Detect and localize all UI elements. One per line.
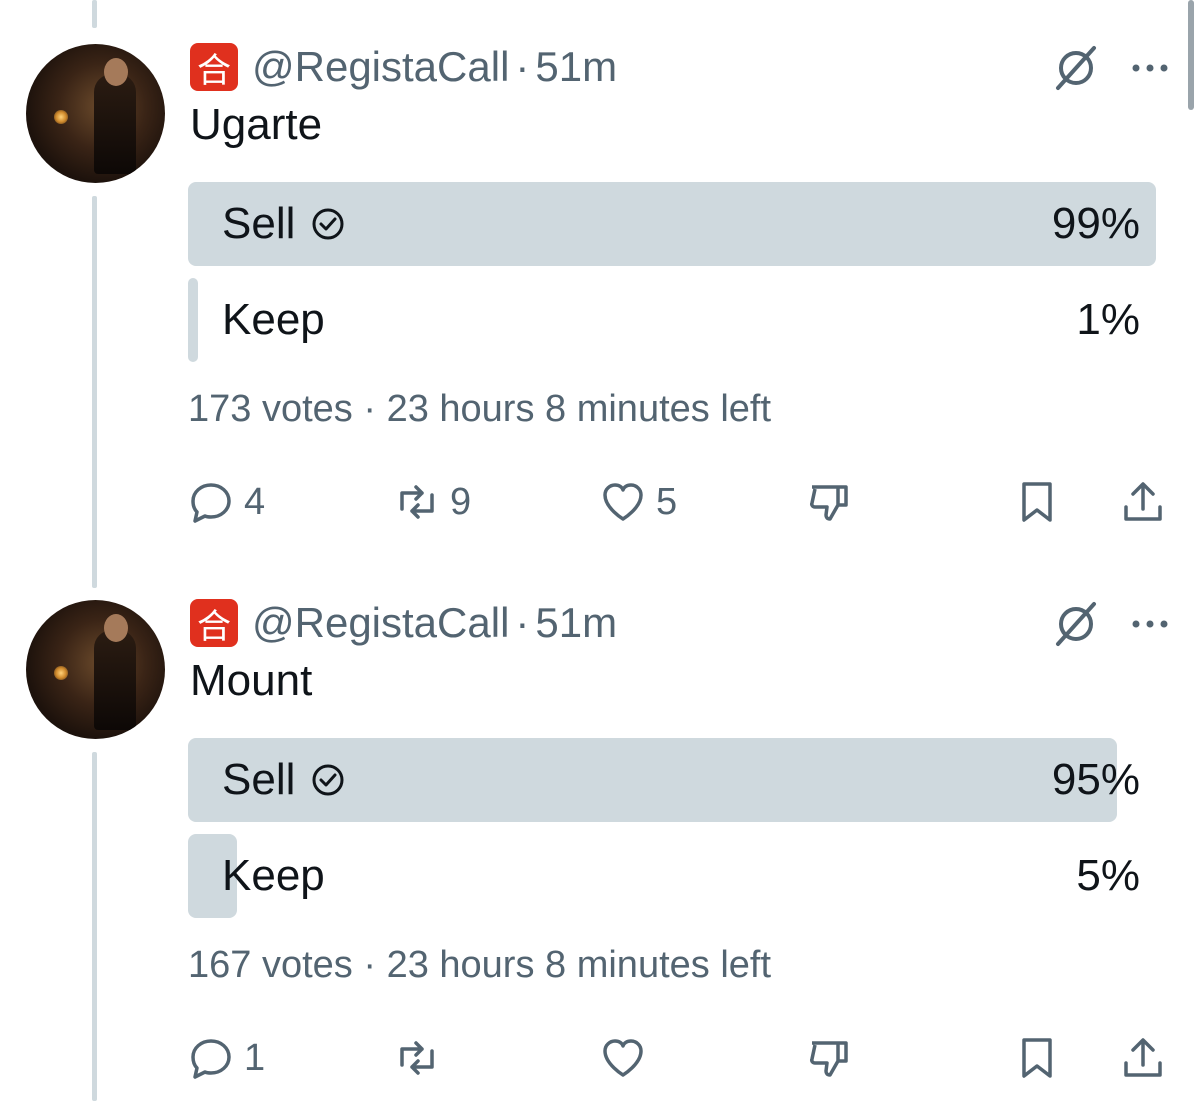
dislike-button[interactable] <box>806 472 852 532</box>
avatar[interactable] <box>26 600 165 739</box>
avatar[interactable] <box>26 44 165 183</box>
user-handle[interactable]: @RegistaCall <box>252 599 509 647</box>
bookmark-button[interactable] <box>1014 1028 1060 1088</box>
more-icon[interactable] <box>1128 604 1172 644</box>
share-button[interactable] <box>1120 1028 1166 1088</box>
tweet-text: Ugarte <box>190 100 323 149</box>
repost-icon <box>400 485 434 519</box>
grok-icon[interactable] <box>1050 42 1102 94</box>
poll-option-label: Sell <box>222 199 296 248</box>
poll-meta: 173 votes · 23 hours 8 minutes left <box>188 388 771 431</box>
separator: · <box>363 388 377 430</box>
check-circle-icon <box>312 208 344 240</box>
like-count: 5 <box>656 480 678 523</box>
bookmark-icon <box>1022 1038 1052 1078</box>
like-button[interactable]: 5 <box>600 472 677 532</box>
reply-button[interactable]: 4 <box>188 472 265 532</box>
repost-count: 9 <box>450 480 472 523</box>
separator: · <box>515 599 530 646</box>
poll-option-percent: 99% <box>1051 199 1140 248</box>
poll-bar <box>188 278 198 362</box>
poll-votes: 167 votes <box>188 944 353 986</box>
repost-icon <box>400 1041 434 1075</box>
reply-button[interactable]: 1 <box>188 1028 265 1088</box>
more-icon[interactable] <box>1128 48 1172 88</box>
reply-count: 1 <box>244 1036 266 1079</box>
repost-button[interactable] <box>394 1028 450 1088</box>
poll-option-percent: 5% <box>1076 851 1140 900</box>
poll-option: Keep 1% <box>188 278 1166 362</box>
dislike-button[interactable] <box>806 1028 852 1088</box>
action-bar: 1 <box>188 1028 1178 1088</box>
reply-icon <box>191 1039 231 1079</box>
poll-time-left: 23 hours 8 minutes left <box>386 944 772 986</box>
poll-option-label: Keep <box>222 851 325 900</box>
share-icon <box>1124 1038 1162 1077</box>
poll-option: Sell 95% <box>188 738 1166 822</box>
poll-option-percent: 1% <box>1076 295 1140 344</box>
tweet[interactable]: 合 @RegistaCall · 51m Ugarte Sell 99% Kee… <box>0 0 1200 540</box>
dislike-icon <box>810 1041 848 1077</box>
poll-time-left: 23 hours 8 minutes left <box>386 388 772 430</box>
share-icon <box>1124 482 1162 521</box>
tweet-text: Mount <box>190 656 313 705</box>
profile-badge-icon: 合 <box>190 43 238 91</box>
tweet-header: 合 @RegistaCall · 51m <box>190 596 617 650</box>
action-bar: 4 9 5 <box>188 472 1178 532</box>
separator: · <box>515 43 530 90</box>
poll-option-label: Keep <box>222 295 325 344</box>
poll-option-percent: 95% <box>1051 755 1140 804</box>
bookmark-button[interactable] <box>1014 472 1060 532</box>
like-icon <box>603 483 643 521</box>
tweet[interactable]: 合 @RegistaCall · 51m Mount Sell 95% Keep… <box>0 556 1200 1096</box>
timestamp[interactable]: 51m <box>535 43 617 91</box>
check-circle-icon <box>312 764 344 796</box>
separator: · <box>363 944 377 986</box>
profile-badge-icon: 合 <box>190 599 238 647</box>
user-handle[interactable]: @RegistaCall <box>252 43 509 91</box>
like-icon <box>603 1039 643 1077</box>
tweet-header: 合 @RegistaCall · 51m <box>190 40 617 94</box>
poll-option-label: Sell <box>222 755 296 804</box>
poll-option: Sell 99% <box>188 182 1166 266</box>
share-button[interactable] <box>1120 472 1166 532</box>
timestamp[interactable]: 51m <box>535 599 617 647</box>
dislike-icon <box>810 485 848 521</box>
grok-icon[interactable] <box>1050 598 1102 650</box>
poll-votes: 173 votes <box>188 388 353 430</box>
reply-icon <box>191 483 231 523</box>
repost-button[interactable]: 9 <box>394 472 471 532</box>
poll-option: Keep 5% <box>188 834 1166 918</box>
bookmark-icon <box>1022 482 1052 522</box>
poll-meta: 167 votes · 23 hours 8 minutes left <box>188 944 771 987</box>
like-button[interactable] <box>600 1028 656 1088</box>
reply-count: 4 <box>244 480 266 523</box>
